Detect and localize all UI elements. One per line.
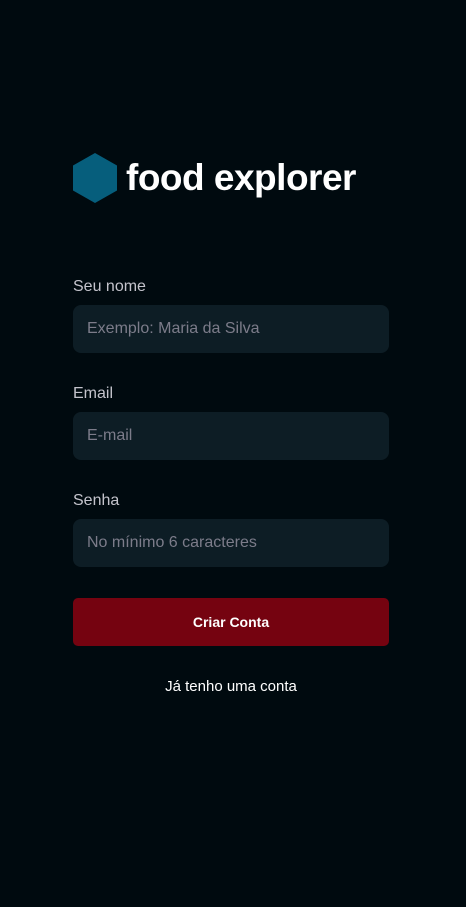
email-field-group: Email	[73, 384, 389, 460]
brand-logo: food explorer	[73, 153, 356, 203]
hexagon-logo-icon	[73, 153, 117, 203]
email-input[interactable]	[73, 412, 389, 460]
brand-name: food explorer	[126, 157, 356, 198]
password-input[interactable]	[73, 519, 389, 567]
name-input[interactable]	[73, 305, 389, 353]
login-link[interactable]: Já tenho uma conta	[73, 676, 389, 698]
password-field-label: Senha	[73, 492, 120, 509]
password-field-group: Senha	[73, 491, 389, 567]
create-account-button[interactable]: Criar Conta	[73, 598, 389, 646]
name-field-group: Seu nome	[73, 277, 389, 353]
signup-page: food explorer Seu nome Email Senha Criar…	[0, 0, 466, 907]
email-field-label: Email	[73, 385, 114, 402]
name-field-label: Seu nome	[73, 278, 146, 295]
